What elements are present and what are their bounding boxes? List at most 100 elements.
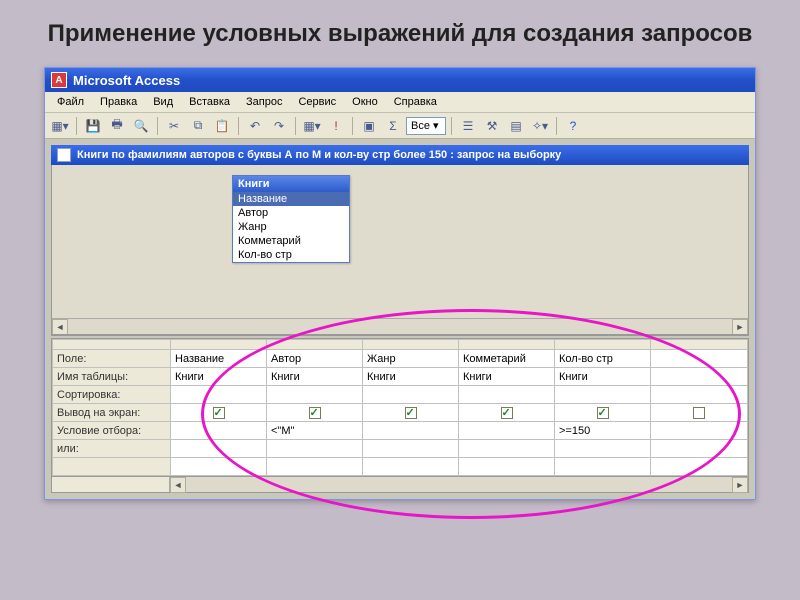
field-cell[interactable]: Жанр	[363, 350, 459, 368]
checkbox-icon[interactable]	[309, 407, 321, 419]
sort-cell[interactable]	[459, 386, 555, 404]
table-cell[interactable]: Книги	[555, 368, 651, 386]
checkbox-icon[interactable]	[405, 407, 417, 419]
field-item[interactable]: Кол-во стр	[233, 248, 349, 262]
menu-window[interactable]: Окно	[346, 94, 384, 110]
or-cell[interactable]	[555, 440, 651, 458]
menu-edit[interactable]: Правка	[94, 94, 143, 110]
checkbox-icon[interactable]	[501, 407, 513, 419]
row-label-show: Вывод на экран:	[53, 404, 171, 422]
table-cell[interactable]: Книги	[459, 368, 555, 386]
build-icon[interactable]: ⚒	[481, 116, 503, 136]
field-cell[interactable]: Кол-во стр	[555, 350, 651, 368]
copy-icon[interactable]: ⧉	[187, 116, 209, 136]
scroll-track[interactable]	[68, 319, 732, 334]
menu-insert[interactable]: Вставка	[183, 94, 236, 110]
field-cell[interactable]: Название	[171, 350, 267, 368]
column-selector[interactable]	[267, 340, 363, 350]
criteria-cell[interactable]	[363, 422, 459, 440]
table-box-books[interactable]: Книги Название Автор Жанр Комметарий Кол…	[232, 175, 350, 263]
help-icon[interactable]: ?	[562, 116, 584, 136]
properties-icon[interactable]: ☰	[457, 116, 479, 136]
row-label-criteria: Условие отбора:	[53, 422, 171, 440]
criteria-cell[interactable]: <"М"	[267, 422, 363, 440]
scroll-left-icon[interactable]: ◄	[170, 477, 186, 493]
row-label-or: или:	[53, 440, 171, 458]
criteria-cell[interactable]	[171, 422, 267, 440]
checkbox-icon[interactable]	[693, 407, 705, 419]
show-cell[interactable]	[459, 404, 555, 422]
checkbox-icon[interactable]	[597, 407, 609, 419]
column-selector[interactable]	[459, 340, 555, 350]
cut-icon[interactable]: ✂	[163, 116, 185, 136]
show-cell[interactable]	[267, 404, 363, 422]
upper-hscrollbar[interactable]: ◄ ►	[52, 318, 748, 334]
scroll-right-icon[interactable]: ►	[732, 477, 748, 493]
sort-cell[interactable]	[267, 386, 363, 404]
view-button[interactable]: ▦▾	[49, 116, 71, 136]
show-table-icon[interactable]: ▣	[358, 116, 380, 136]
menu-query[interactable]: Запрос	[240, 94, 288, 110]
criteria-cell[interactable]	[459, 422, 555, 440]
table-cell[interactable]: Книги	[363, 368, 459, 386]
query-title: Книги по фамилиям авторов с буквы А по М…	[77, 149, 561, 161]
menu-help[interactable]: Справка	[388, 94, 443, 110]
print-icon[interactable]: 🖶	[106, 116, 128, 136]
menu-file[interactable]: Файл	[51, 94, 90, 110]
field-item[interactable]: Автор	[233, 206, 349, 220]
show-cell[interactable]	[171, 404, 267, 422]
show-cell[interactable]	[555, 404, 651, 422]
table-box-title: Книги	[233, 176, 349, 192]
redo-icon[interactable]: ↷	[268, 116, 290, 136]
field-item[interactable]: Название	[233, 192, 349, 206]
column-selector[interactable]	[555, 340, 651, 350]
or-row: или:	[53, 440, 748, 458]
row-label-field: Поле:	[53, 350, 171, 368]
column-selector[interactable]	[363, 340, 459, 350]
criteria-row: Условие отбора: <"М" >=150	[53, 422, 748, 440]
top-values-combo[interactable]: Все ▾	[406, 117, 446, 135]
or-cell[interactable]	[363, 440, 459, 458]
column-selector[interactable]	[171, 340, 267, 350]
show-cell[interactable]	[363, 404, 459, 422]
query-doc-icon	[57, 148, 71, 162]
table-cell[interactable]: Книги	[171, 368, 267, 386]
lower-hscrollbar[interactable]: ◄ ►	[51, 477, 749, 493]
row-label-table: Имя таблицы:	[53, 368, 171, 386]
run-icon[interactable]: !	[325, 116, 347, 136]
db-window-icon[interactable]: ▤	[505, 116, 527, 136]
new-object-icon[interactable]: ✧▾	[529, 116, 551, 136]
table-field-list[interactable]: Название Автор Жанр Комметарий Кол-во ст…	[233, 192, 349, 262]
qbe-grid[interactable]: Поле: Название Автор Жанр Комметарий Кол…	[51, 339, 749, 477]
sort-cell[interactable]	[555, 386, 651, 404]
field-item[interactable]: Комметарий	[233, 234, 349, 248]
access-window: A Microsoft Access Файл Правка Вид Встав…	[44, 67, 756, 500]
undo-icon[interactable]: ↶	[244, 116, 266, 136]
field-item[interactable]: Жанр	[233, 220, 349, 234]
scroll-right-icon[interactable]: ►	[732, 319, 748, 335]
criteria-cell[interactable]: >=150	[555, 422, 651, 440]
scroll-track[interactable]	[186, 477, 732, 492]
checkbox-icon[interactable]	[213, 407, 225, 419]
query-type-icon[interactable]: ▦▾	[301, 116, 323, 136]
show-row: Вывод на экран:	[53, 404, 748, 422]
menu-tools[interactable]: Сервис	[292, 94, 342, 110]
row-label-sort: Сортировка:	[53, 386, 171, 404]
table-diagram-pane[interactable]: Книги Название Автор Жанр Комметарий Кол…	[51, 165, 749, 335]
or-cell[interactable]	[459, 440, 555, 458]
paste-icon[interactable]: 📋	[211, 116, 233, 136]
table-cell[interactable]: Книги	[267, 368, 363, 386]
or-cell[interactable]	[267, 440, 363, 458]
preview-icon[interactable]: 🔍	[130, 116, 152, 136]
or-cell[interactable]	[171, 440, 267, 458]
totals-icon[interactable]: Σ	[382, 116, 404, 136]
field-cell[interactable]: Комметарий	[459, 350, 555, 368]
table-row: Имя таблицы: Книги Книги Книги Книги Кни…	[53, 368, 748, 386]
scroll-left-icon[interactable]: ◄	[52, 319, 68, 335]
sort-cell[interactable]	[363, 386, 459, 404]
field-row: Поле: Название Автор Жанр Комметарий Кол…	[53, 350, 748, 368]
field-cell[interactable]: Автор	[267, 350, 363, 368]
menu-view[interactable]: Вид	[147, 94, 179, 110]
sort-cell[interactable]	[171, 386, 267, 404]
save-icon[interactable]: 💾	[82, 116, 104, 136]
